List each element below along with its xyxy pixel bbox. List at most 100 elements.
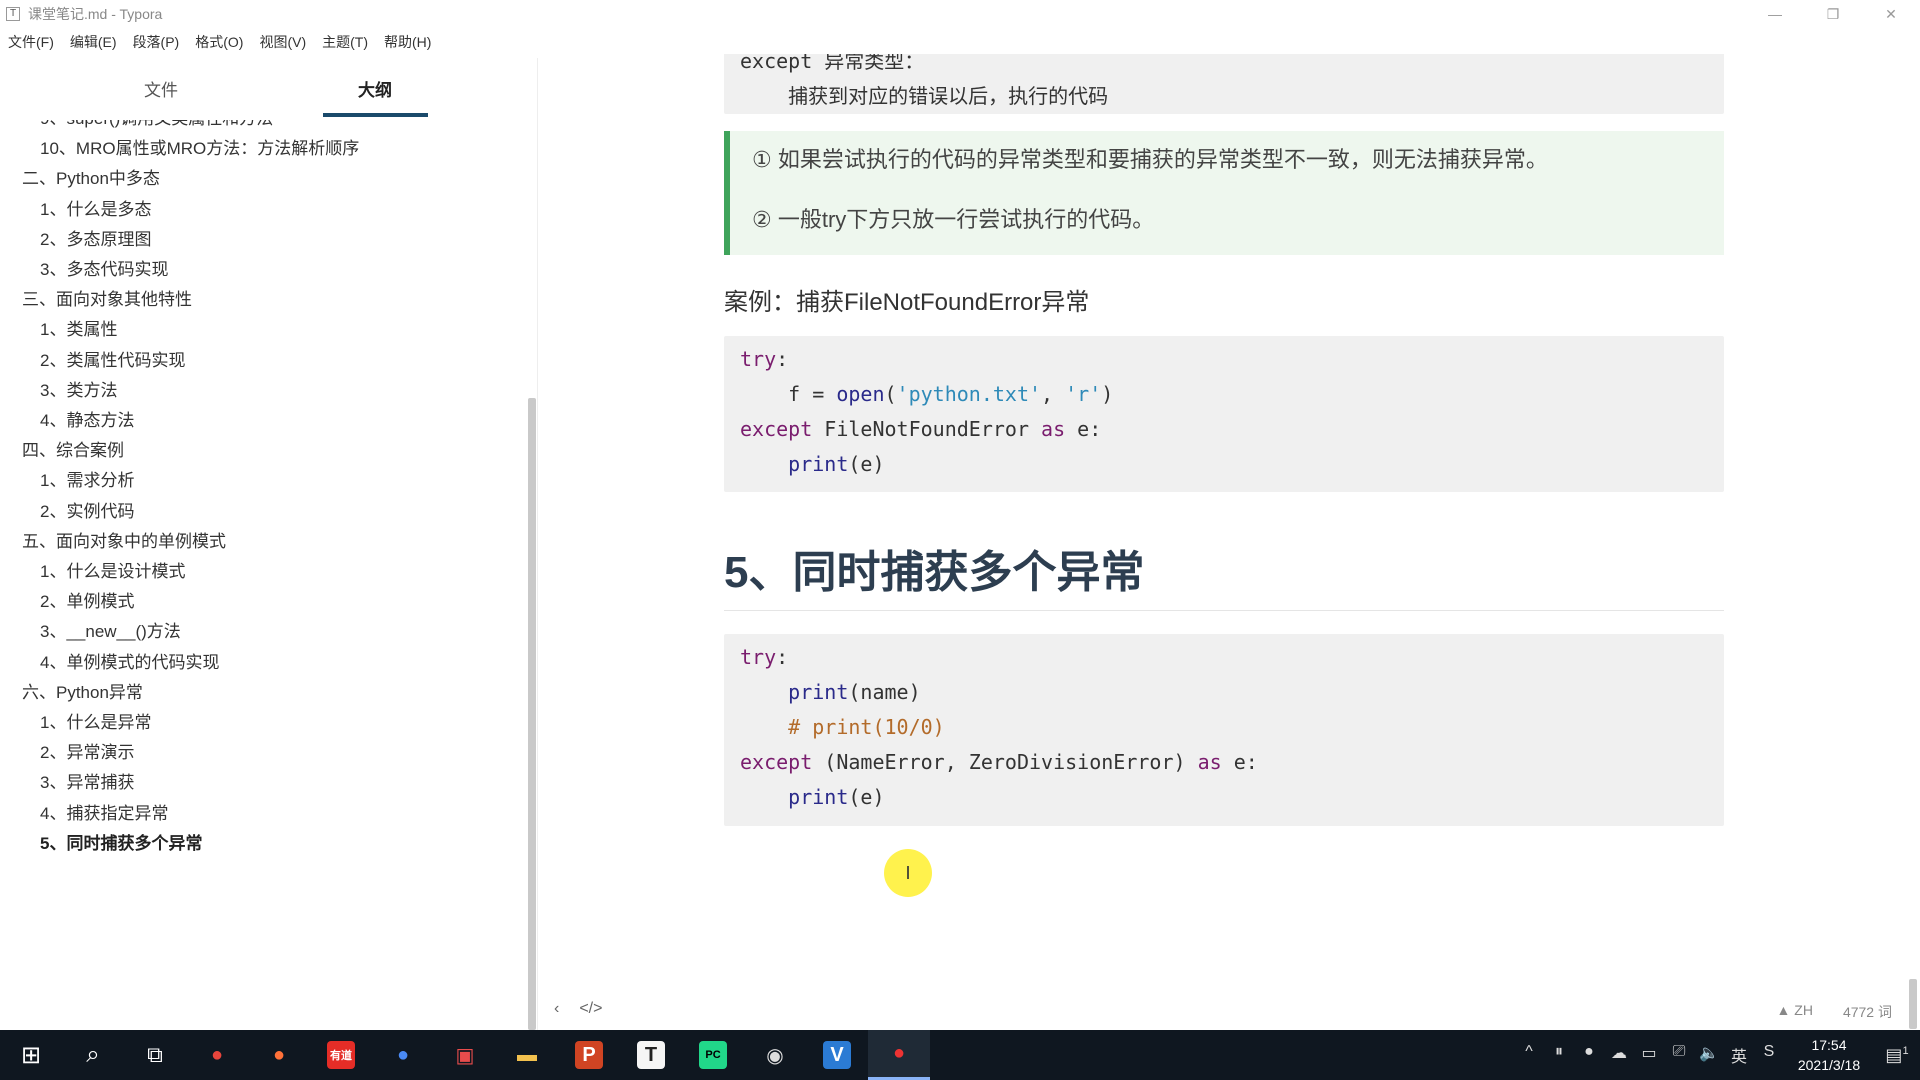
code-function: print (788, 452, 849, 476)
outline-item[interactable]: 3、类方法 (40, 376, 117, 406)
outline-item[interactable]: 2、类属性代码实现 (40, 346, 185, 376)
language-indicator[interactable]: ▲ ZH (1777, 1002, 1813, 1022)
code-keyword: except (740, 750, 813, 774)
menu-theme[interactable]: 主题(T) (314, 32, 376, 52)
code-punct: , (1041, 382, 1066, 406)
network-icon[interactable]: ⎚ (1664, 1043, 1694, 1067)
warning-icon: ▲ (1776, 1002, 1791, 1018)
outline-item[interactable]: 4、单例模式的代码实现 (40, 648, 219, 678)
taskbar-app-camera-icon[interactable]: ◉ (744, 1030, 806, 1080)
notification-count: 1 (1902, 1044, 1909, 1057)
word-count[interactable]: 4772 词 (1843, 1002, 1892, 1022)
outline-item[interactable]: 2、异常演示 (40, 738, 134, 768)
notification-center-icon[interactable]: ▤1 (1874, 1045, 1920, 1066)
tab-files[interactable]: 文件 (144, 76, 178, 101)
outline-item[interactable]: 4、捕获指定异常 (40, 799, 168, 829)
taskbar-app-recorder-icon[interactable]: ● (868, 1030, 930, 1080)
taskbar-app-ticket-icon[interactable]: ▣ (434, 1030, 496, 1080)
outline-item[interactable]: 2、单例模式 (40, 587, 134, 617)
minimize-button[interactable]: — (1746, 0, 1804, 28)
code-keyword: try (740, 645, 777, 669)
code-block-multi-except[interactable]: try: print(name) # print(10/0) except (N… (724, 634, 1724, 826)
source-code-mode-icon[interactable]: </> (579, 1000, 602, 1018)
taskbar-app-powerpoint-icon[interactable]: P (558, 1030, 620, 1080)
taskbar-app-typora-icon[interactable]: T (620, 1030, 682, 1080)
menu-edit[interactable]: 编辑(E) (62, 32, 125, 52)
outline-item[interactable]: 2、多态原理图 (40, 225, 151, 255)
menu-help[interactable]: 帮助(H) (376, 32, 439, 52)
taskbar-app-youdao-icon[interactable]: 有道 (310, 1030, 372, 1080)
outline-item[interactable]: 10、MRO属性或MRO方法：方法解析顺序 (40, 134, 359, 164)
outline-item[interactable]: 1、需求分析 (40, 466, 134, 496)
editor-content: except 异常类型： 捕获到对应的错误以后，执行的代码 ① 如果尝试执行的代… (540, 54, 1920, 1030)
pycharm-glyph: PC (699, 1041, 727, 1069)
language-label: ZH (1794, 1002, 1813, 1018)
callout-block[interactable]: ① 如果尝试执行的代码的异常类型和要捕获的异常类型不一致，则无法捕获异常。 ② … (724, 131, 1724, 255)
code-line: 捕获到对应的错误以后，执行的代码 (740, 84, 1109, 108)
outline-item[interactable]: 五、面向对象中的单例模式 (22, 527, 226, 557)
vscode-glyph: V (823, 1041, 851, 1069)
outline-item[interactable]: 1、什么是设计模式 (40, 557, 185, 587)
sogou-icon[interactable]: S (1754, 1043, 1784, 1067)
camera-glyph: ◉ (766, 1044, 784, 1067)
toggle-sidebar-icon[interactable]: ‹ (554, 1000, 559, 1018)
menu-view[interactable]: 视图(V) (251, 32, 314, 52)
taskbar-app-chromium-icon[interactable]: ● (372, 1030, 434, 1080)
record-icon[interactable]: ● (1574, 1043, 1604, 1067)
outline-item[interactable]: 1、什么是异常 (40, 708, 151, 738)
outline-item[interactable]: 四、综合案例 (22, 436, 124, 466)
outline-item[interactable]: 六、Python异常 (22, 678, 143, 708)
menu-format[interactable]: 格式(O) (187, 32, 251, 52)
outline-item[interactable]: 3、多态代码实现 (40, 255, 168, 285)
taskbar-app-firefox-icon[interactable]: ● (248, 1030, 310, 1080)
firefox-glyph: ● (272, 1043, 286, 1066)
text-cursor-icon: I (905, 862, 911, 883)
taskbar-app-chrome-icon[interactable]: ● (186, 1030, 248, 1080)
code-text: f = (740, 382, 837, 406)
battery-icon[interactable]: ▭ (1634, 1043, 1664, 1067)
code-comment: # print(10/0) (788, 715, 945, 739)
restore-button[interactable]: ❐ (1804, 0, 1862, 28)
system-tray: ^ ⏸ ● ☁ ▭ ⎚ 🔈 英 S 17:54 2021/3/18 ▤1 (1514, 1030, 1920, 1080)
taskbar-app-vscode-icon[interactable]: V (806, 1030, 868, 1080)
outline-item[interactable]: 三、面向对象其他特性 (22, 285, 192, 315)
outline-item[interactable]: 4、静态方法 (40, 406, 134, 436)
sidebar-scrollbar[interactable] (528, 398, 536, 1030)
show-hidden-icons[interactable]: ^ (1514, 1043, 1544, 1067)
code-keyword: except (740, 417, 813, 441)
cloud-icon[interactable]: ☁ (1604, 1043, 1634, 1067)
pause-icon[interactable]: ⏸ (1544, 1043, 1574, 1067)
outline-item[interactable]: 3、__new__()方法 (40, 617, 181, 647)
menu-file[interactable]: 文件(F) (0, 32, 62, 52)
volume-icon[interactable]: 🔈 (1694, 1043, 1724, 1067)
menu-paragraph[interactable]: 段落(P) (125, 32, 188, 52)
code-string: 'python.txt' (896, 382, 1042, 406)
code-block-filenotfound[interactable]: try: f = open('python.txt', 'r') except … (724, 336, 1724, 492)
taskbar-app-explorer-icon[interactable]: ▬ (496, 1030, 558, 1080)
code-punct: ) (1101, 382, 1114, 406)
code-text: e: (1221, 750, 1258, 774)
tab-outline[interactable]: 大纲 (358, 76, 392, 101)
taskbar-app-pycharm-icon[interactable]: PC (682, 1030, 744, 1080)
code-block-top[interactable]: except 异常类型： 捕获到对应的错误以后，执行的代码 (724, 54, 1724, 114)
outline-item[interactable]: 9、super()调用父类属性和方法 (40, 120, 273, 134)
input-method-icon[interactable]: 英 (1724, 1043, 1754, 1067)
section-heading: 5、同时捕获多个异常 (724, 548, 1145, 597)
task-view-icon[interactable]: ⧉ (124, 1030, 186, 1080)
code-function: open (836, 382, 885, 406)
sidebar: 文件 大纲 9、super()调用父类属性和方法10、MRO属性或MRO方法：方… (0, 58, 538, 1030)
outline-item[interactable]: 2、实例代码 (40, 497, 134, 527)
code-function: print (788, 785, 849, 809)
code-text: FileNotFoundError (812, 417, 1042, 441)
search-icon[interactable]: ⌕ (62, 1030, 124, 1080)
outline-item[interactable]: 5、同时捕获多个异常 (40, 829, 202, 859)
outline-item[interactable]: 3、异常捕获 (40, 768, 134, 798)
clock[interactable]: 17:54 2021/3/18 (1784, 1035, 1874, 1075)
outline-item[interactable]: 二、Python中多态 (22, 164, 160, 194)
close-button[interactable]: ✕ (1862, 0, 1920, 28)
outline-item[interactable]: 1、什么是多态 (40, 195, 151, 225)
callout-line-2: ② 一般try下方只放一行尝试执行的代码。 (752, 207, 1155, 232)
outline-item[interactable]: 1、类属性 (40, 315, 117, 345)
windows-start-icon[interactable]: ⊞ (0, 1030, 62, 1080)
